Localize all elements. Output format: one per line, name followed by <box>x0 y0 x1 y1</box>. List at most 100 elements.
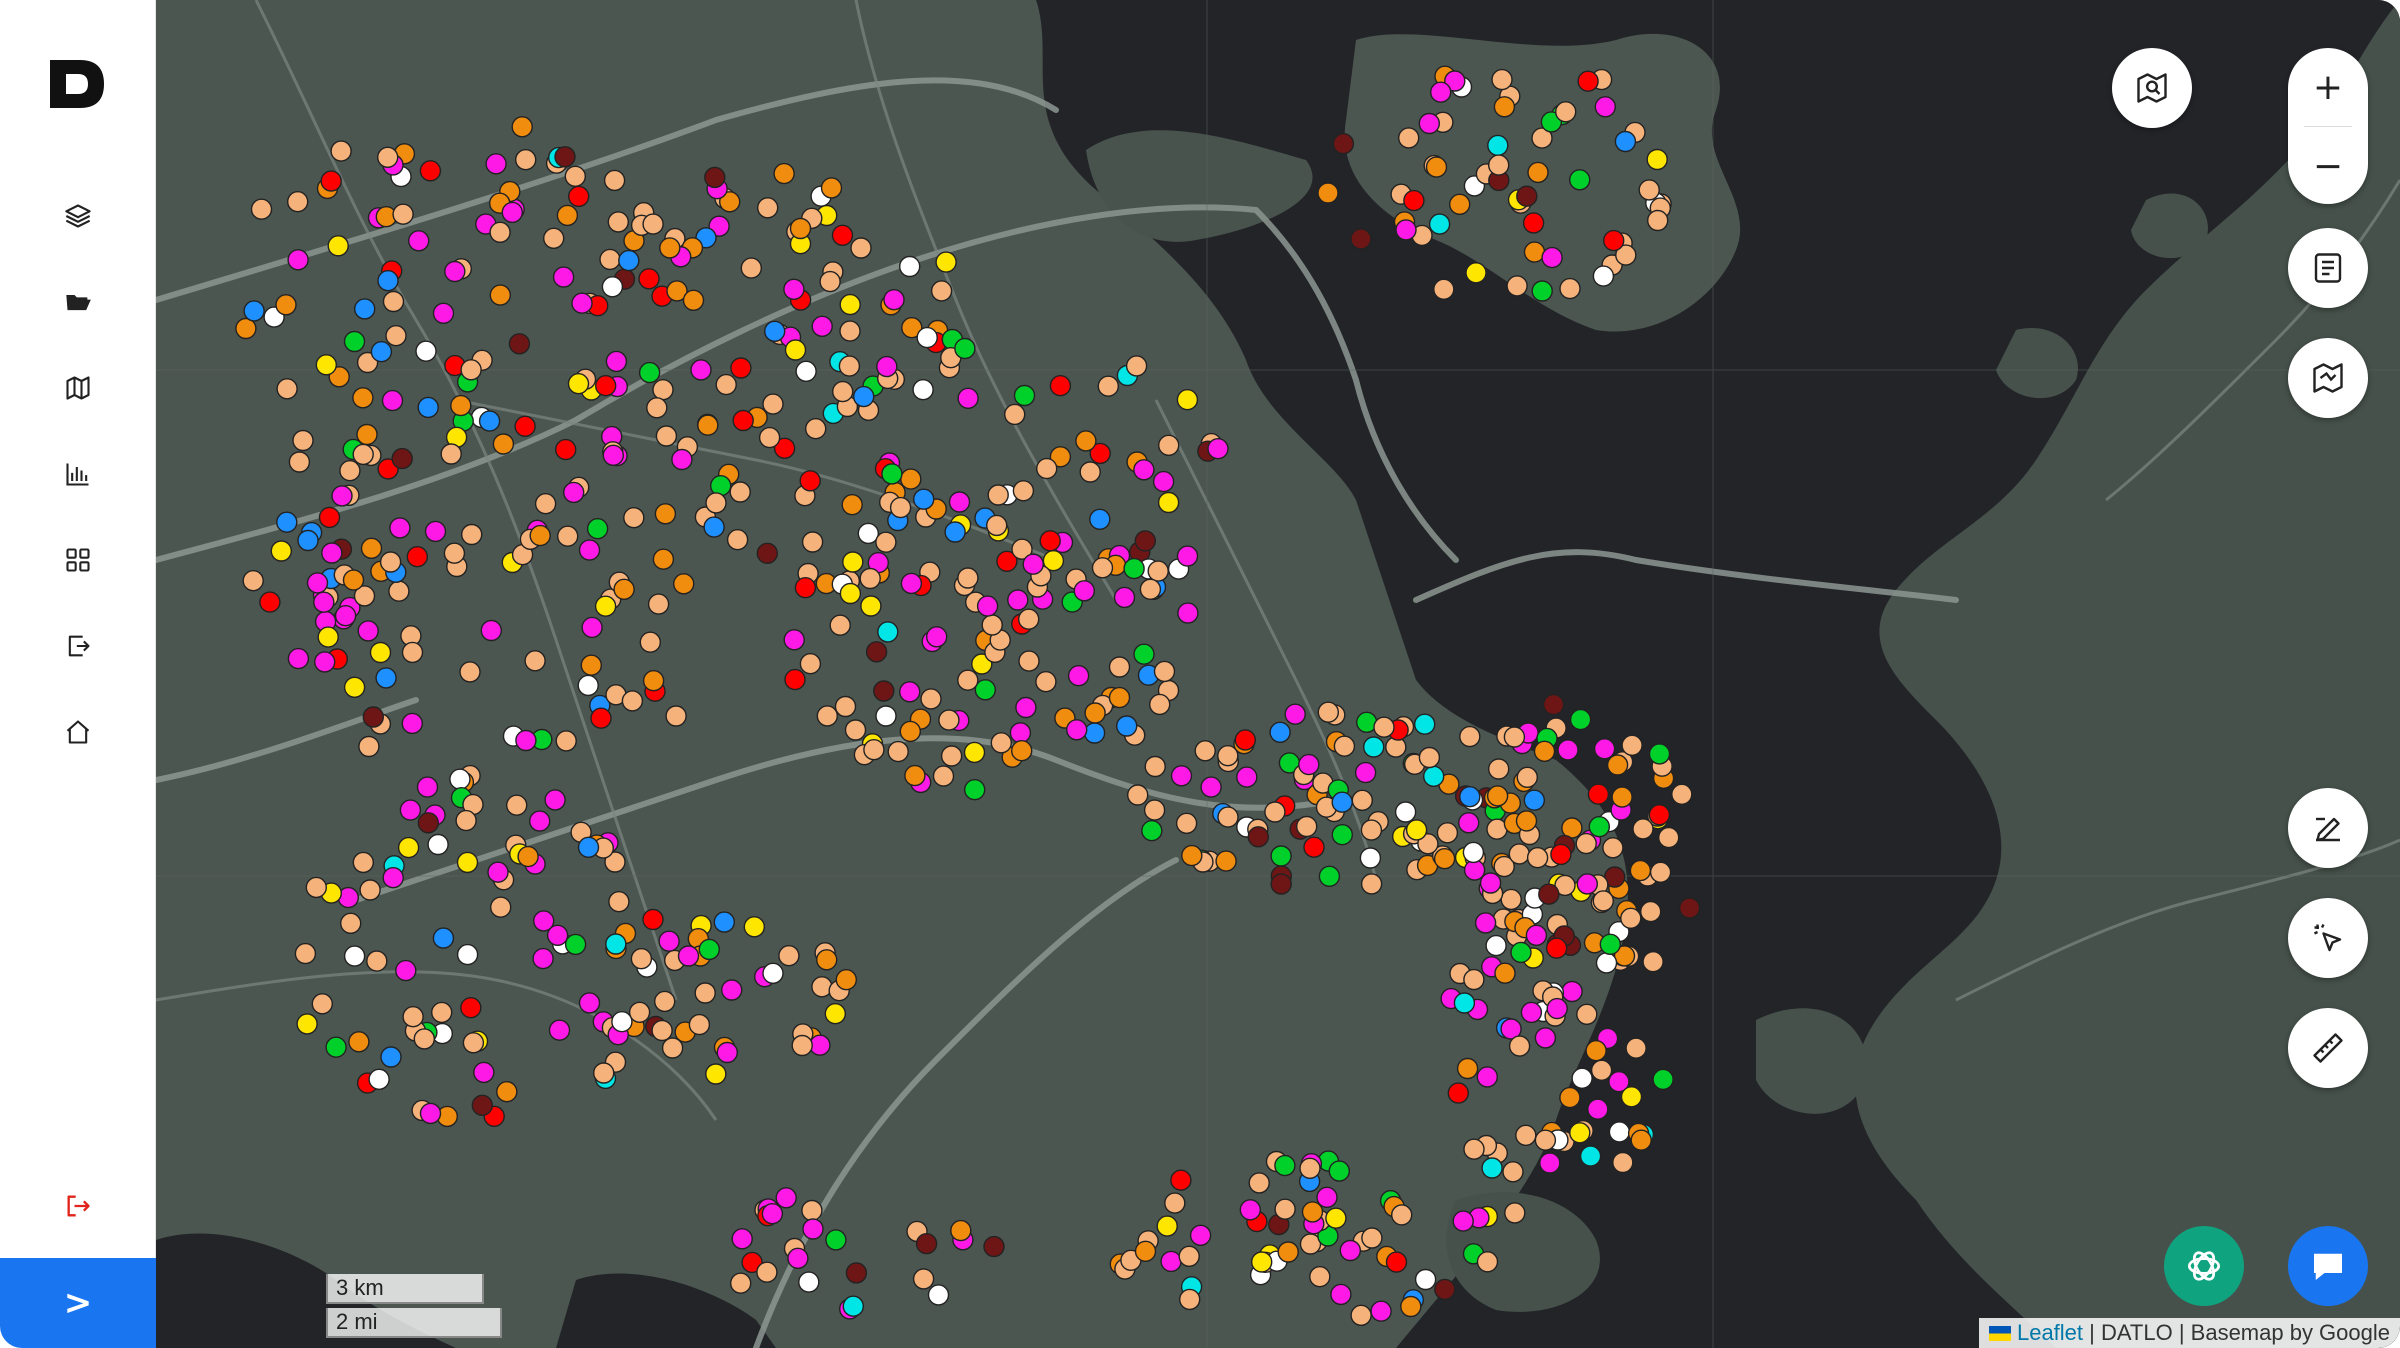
map-marker[interactable] <box>1503 726 1526 748</box>
home-icon[interactable] <box>58 712 98 752</box>
map-marker[interactable] <box>1531 280 1553 302</box>
map-marker[interactable] <box>1515 1124 1537 1147</box>
map-marker[interactable] <box>377 270 399 292</box>
map-marker[interactable] <box>1433 848 1456 870</box>
map-marker[interactable] <box>1678 897 1701 919</box>
map-marker[interactable] <box>1013 384 1036 407</box>
map-marker[interactable] <box>524 650 546 672</box>
map-marker[interactable] <box>950 1219 972 1242</box>
map-marker[interactable] <box>621 690 644 712</box>
map-marker[interactable] <box>839 582 862 605</box>
map-marker[interactable] <box>1587 783 1610 805</box>
map-marker[interactable] <box>842 1295 864 1317</box>
map-marker[interactable] <box>798 1271 820 1293</box>
map-marker[interactable] <box>853 385 875 408</box>
map-marker[interactable] <box>554 146 576 168</box>
map-marker[interactable] <box>462 1032 485 1054</box>
map-marker[interactable] <box>1646 209 1669 232</box>
map-marker[interactable] <box>1554 101 1577 123</box>
map-marker[interactable] <box>704 166 726 189</box>
map-marker[interactable] <box>1504 1202 1526 1224</box>
map-marker[interactable] <box>1515 810 1538 832</box>
map-marker[interactable] <box>1405 819 1428 841</box>
map-marker[interactable] <box>401 641 424 664</box>
map-marker[interactable] <box>408 230 430 252</box>
map-marker[interactable] <box>1097 375 1119 397</box>
map-marker[interactable] <box>487 861 509 883</box>
map-marker[interactable] <box>1453 992 1476 1014</box>
map-marker[interactable] <box>496 1080 518 1103</box>
map-marker[interactable] <box>850 237 872 259</box>
map-marker[interactable] <box>1325 1207 1347 1229</box>
map-canvas[interactable]: + − 3 km 2 mi Leaflet | DATLO | Basemap … <box>156 0 2400 1348</box>
map-marker[interactable] <box>381 389 404 412</box>
map-marker[interactable] <box>688 1013 711 1036</box>
map-marker[interactable] <box>630 948 653 970</box>
map-marker[interactable] <box>1330 1283 1352 1306</box>
map-marker[interactable] <box>1295 815 1318 838</box>
map-marker[interactable] <box>1579 1145 1602 1167</box>
map-marker[interactable] <box>730 1272 752 1294</box>
map-marker[interactable] <box>916 326 938 349</box>
map-marker[interactable] <box>875 531 897 553</box>
map-marker[interactable] <box>515 148 537 171</box>
map-marker[interactable] <box>1569 708 1592 731</box>
map-marker[interactable] <box>638 361 661 384</box>
expand-sidebar-button[interactable]: > <box>0 1258 156 1348</box>
map-marker[interactable] <box>835 969 857 991</box>
map-marker[interactable] <box>259 591 281 613</box>
map-marker[interactable] <box>715 373 737 396</box>
map-marker[interactable] <box>1139 578 1162 600</box>
map-marker[interactable] <box>957 669 979 691</box>
map-marker[interactable] <box>586 518 609 540</box>
map-marker[interactable] <box>1123 557 1145 580</box>
map-marker[interactable] <box>380 1046 402 1068</box>
map-marker[interactable] <box>940 745 963 767</box>
map-marker[interactable] <box>1602 837 1624 859</box>
map-marker[interactable] <box>581 616 603 639</box>
map-marker[interactable] <box>775 1187 797 1209</box>
map-marker[interactable] <box>460 359 482 381</box>
map-marker[interactable] <box>440 443 462 465</box>
map-marker[interactable] <box>1625 1037 1647 1059</box>
map-marker[interactable] <box>758 426 781 449</box>
map-marker[interactable] <box>829 614 851 636</box>
map-marker[interactable] <box>1502 1161 1524 1183</box>
map-marker[interactable] <box>1538 883 1560 905</box>
map-marker[interactable] <box>789 217 812 240</box>
map-marker[interactable] <box>250 198 273 220</box>
map-marker[interactable] <box>611 1011 633 1033</box>
map-marker[interactable] <box>348 1031 370 1053</box>
map-marker[interactable] <box>578 992 601 1014</box>
map-marker[interactable] <box>697 414 719 436</box>
map-marker[interactable] <box>732 409 754 432</box>
map-marker[interactable] <box>1149 693 1171 716</box>
map-marker[interactable] <box>1339 1239 1362 1262</box>
map-marker[interactable] <box>865 641 888 663</box>
map-marker[interactable] <box>1395 219 1417 241</box>
map-marker[interactable] <box>389 517 411 539</box>
map-marker[interactable] <box>1642 951 1664 973</box>
map-marker[interactable] <box>366 950 388 972</box>
map-marker[interactable] <box>397 836 420 859</box>
map-marker[interactable] <box>642 213 664 235</box>
map-marker[interactable] <box>1194 740 1216 762</box>
map-marker[interactable] <box>948 491 971 513</box>
map-marker[interactable] <box>900 468 922 490</box>
map-marker[interactable] <box>1638 179 1660 201</box>
map-marker[interactable] <box>802 1218 824 1240</box>
map-marker[interactable] <box>716 1041 738 1064</box>
map-marker[interactable] <box>1317 701 1340 723</box>
map-marker[interactable] <box>276 378 298 400</box>
draw-edit-button[interactable] <box>2288 788 2368 868</box>
map-marker[interactable] <box>1433 278 1455 300</box>
map-marker[interactable] <box>391 447 413 470</box>
map-marker[interactable] <box>385 325 407 347</box>
map-marker[interactable] <box>1270 845 1292 867</box>
map-marker[interactable] <box>1429 81 1452 103</box>
map-marker[interactable] <box>839 320 861 342</box>
map-marker[interactable] <box>816 949 838 971</box>
map-marker[interactable] <box>590 707 612 729</box>
map-marker[interactable] <box>1599 933 1622 955</box>
map-marker[interactable] <box>1557 739 1579 761</box>
